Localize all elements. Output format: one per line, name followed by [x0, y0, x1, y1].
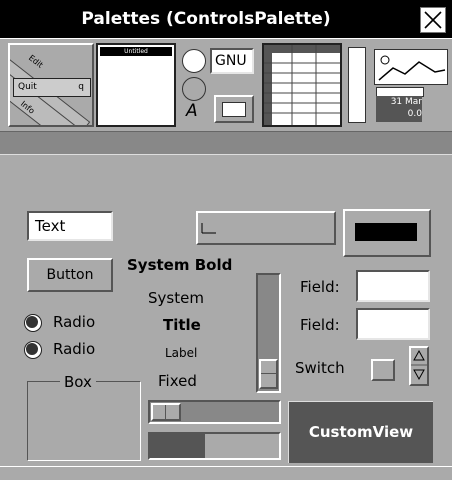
buttons-palette-thumb[interactable]: GNU A	[180, 43, 260, 127]
menu-item-quit-key: q	[78, 82, 84, 92]
menu-thumb-label: Edit	[26, 53, 45, 70]
field-input-1[interactable]	[356, 270, 430, 302]
mini-window-titlebar: Untitled	[100, 47, 172, 56]
close-button[interactable]	[420, 7, 446, 33]
bottom-edge	[0, 466, 452, 480]
font-system: System	[148, 289, 204, 307]
font-title: Title	[163, 316, 201, 334]
table-grid-icon	[264, 45, 340, 125]
stepper[interactable]	[409, 346, 429, 386]
progress-indicator	[148, 432, 281, 460]
mini-window-title: Untitled	[124, 48, 148, 55]
mini-image-icon	[374, 49, 448, 85]
title-bar[interactable]: Palettes (ControlsPalette)	[0, 0, 452, 38]
mini-button-face	[222, 102, 246, 117]
field-label-1: Field:	[300, 278, 340, 296]
menus-palette-thumb[interactable]: Quit q Edit Info	[8, 43, 94, 127]
mini-button	[214, 95, 254, 123]
hknob-grip	[165, 405, 166, 419]
menu-item-quit: Quit q	[13, 78, 91, 97]
mini-font-letter: A	[186, 101, 198, 121]
table-palette-thumb[interactable]	[262, 43, 342, 127]
horizontal-scroller[interactable]	[148, 400, 281, 424]
window-title: Palettes (ControlsPalette)	[81, 9, 331, 29]
images-palette-thumb[interactable]: 31 Mar 0.0	[344, 43, 448, 127]
box-title: Box	[60, 373, 96, 391]
hscroller-knob[interactable]	[151, 403, 181, 421]
field-label-2: Field:	[300, 316, 340, 334]
radio-button-1[interactable]	[24, 314, 42, 332]
scroller-knob[interactable]	[259, 359, 278, 389]
switch-label: Switch	[295, 359, 345, 377]
controls-palette-window: Palettes (ControlsPalette) Quit q Edit I…	[0, 0, 452, 480]
palette-strip: Quit q Edit Info Untitled GNU A 31 Mar 0…	[0, 38, 452, 131]
separator-band	[0, 131, 452, 155]
mini-gnu-field: GNU	[210, 48, 254, 74]
mini-radio-icon	[182, 77, 206, 101]
stepper-arrows-icon	[411, 349, 427, 381]
field-input-2[interactable]	[356, 308, 430, 340]
clock-date: 31 Mar	[390, 97, 422, 107]
color-well[interactable]	[343, 209, 431, 257]
radio-label-2: Radio	[53, 340, 96, 358]
mini-radio-icon	[182, 49, 206, 73]
radio-label-1: Radio	[53, 313, 96, 331]
clock-time: 0.0	[407, 109, 422, 119]
close-icon	[424, 11, 442, 29]
font-system-bold: System Bold	[127, 256, 233, 274]
color-swatch	[355, 223, 417, 241]
font-label: Label	[165, 346, 198, 360]
radio-button-2[interactable]	[24, 341, 42, 359]
font-fixed: Fixed	[158, 372, 197, 390]
windows-palette-thumb[interactable]: Untitled	[96, 43, 176, 127]
mini-scroller	[348, 47, 366, 123]
box-group	[27, 381, 141, 461]
menu-item-quit-label: Quit	[18, 82, 37, 92]
button-control[interactable]: Button	[27, 258, 113, 292]
text-field[interactable]: Text	[27, 211, 113, 241]
knob-grip	[261, 373, 278, 374]
progress-fill	[150, 434, 206, 458]
switch-button[interactable]	[371, 359, 395, 381]
slider-knob-icon	[201, 223, 216, 234]
vertical-scroller[interactable]	[256, 273, 281, 393]
mini-clock: 31 Mar 0.0	[376, 96, 422, 122]
mountain-image-icon	[378, 55, 446, 81]
custom-view[interactable]: CustomView	[288, 401, 433, 463]
slider-horizontal[interactable]	[196, 211, 336, 245]
